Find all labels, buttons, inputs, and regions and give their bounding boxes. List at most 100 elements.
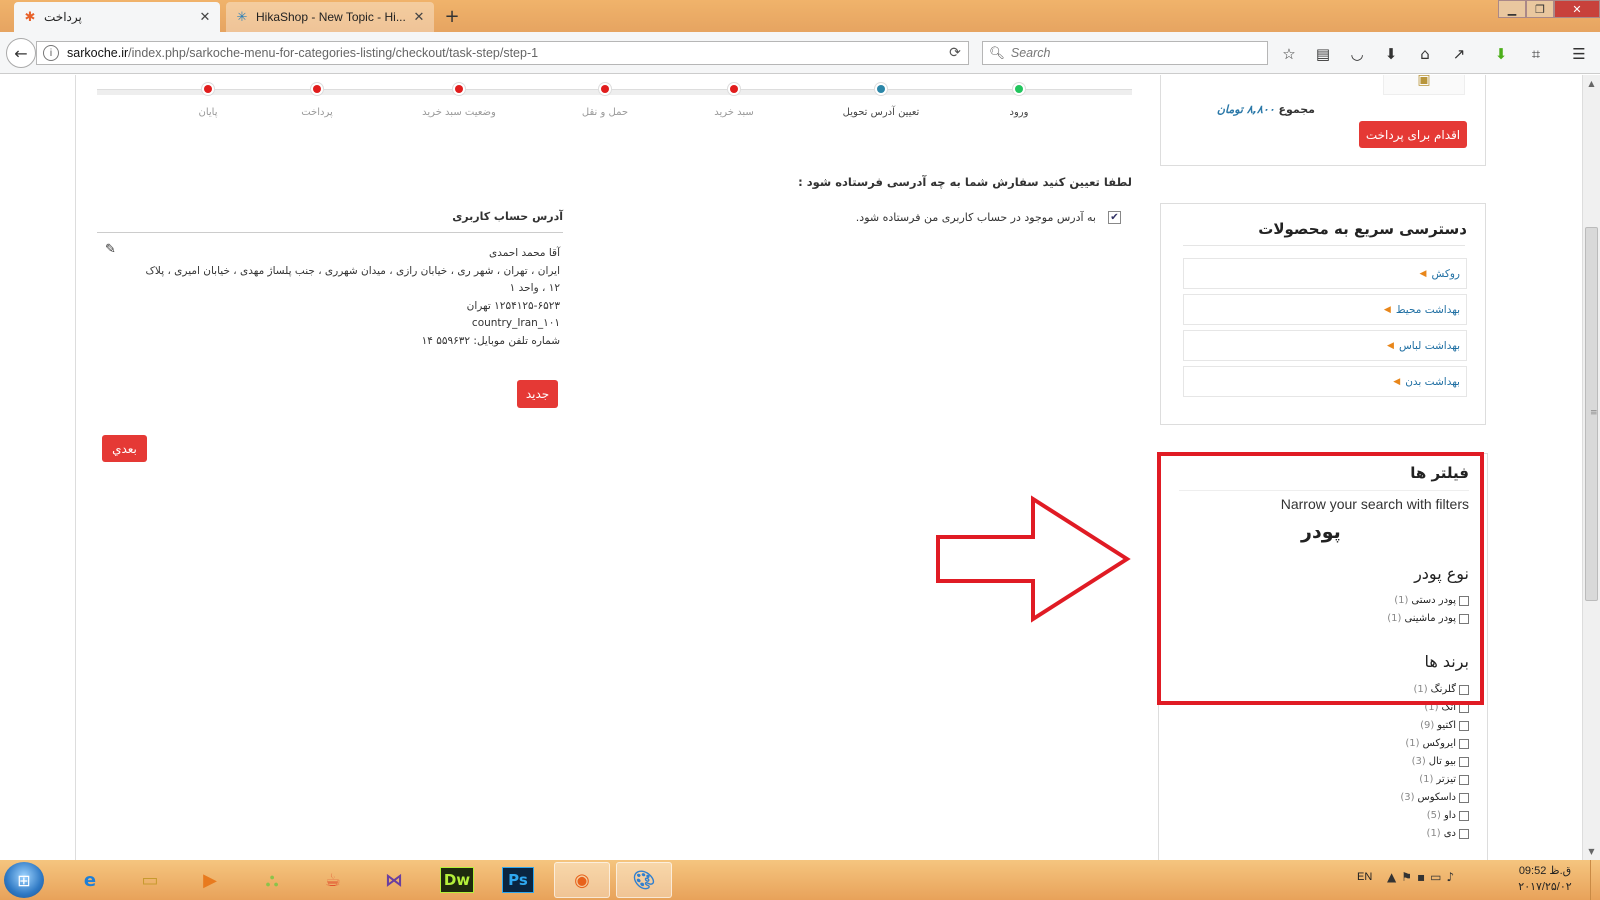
address-phone: شماره تلفن موبایل: ۵۵۹۶۳۲ ۱۴	[421, 334, 560, 347]
minimize-button[interactable]: ▁	[1498, 0, 1526, 18]
windows-taskbar: ⊞ e ▭ ▶ ⛬ ☕ ⋈ Dw Ps ◉ 🎨︎ EN ▲⚑▪▭♪ 09:52 …	[0, 860, 1600, 900]
address-street: ایران ، تهران ، شهر ری ، خیابان رازی ، م…	[145, 264, 560, 277]
tray-arrow-icon[interactable]: ▲	[1387, 870, 1401, 884]
paint-icon[interactable]: 🎨︎	[616, 862, 672, 898]
close-window-button[interactable]: ✕	[1554, 0, 1600, 18]
tab-label: پرداخت	[44, 10, 82, 24]
step-dot-shipping	[598, 82, 612, 96]
option-count: (3)	[1411, 756, 1426, 767]
option-count: (3)	[1400, 792, 1415, 803]
media-player-icon[interactable]: ▶	[182, 862, 238, 898]
pocket-icon[interactable]: ◡	[1346, 43, 1368, 65]
maximize-button[interactable]: ❐	[1526, 0, 1554, 18]
language-indicator[interactable]: EN	[1357, 871, 1372, 883]
firefox-icon[interactable]: ◉	[554, 862, 610, 898]
close-tab-icon[interactable]: ✕	[198, 9, 212, 25]
option-checkbox[interactable]	[1459, 774, 1469, 785]
caret-left-icon: ◀	[1419, 268, 1427, 279]
quick-access-item[interactable]: ◀ روکش	[1183, 258, 1467, 289]
step-marker	[730, 85, 738, 93]
start-button[interactable]: ⊞	[4, 862, 44, 898]
same-address-checkbox[interactable]: ✔	[1108, 211, 1121, 224]
scroll-up-arrow-icon[interactable]: ▲	[1583, 75, 1600, 92]
explorer-icon[interactable]: ▭	[122, 862, 178, 898]
checkout-progress-track	[97, 89, 1132, 95]
tab-hikashop[interactable]: ✳ HikaShop - New Topic - Hi... ✕	[226, 2, 434, 32]
step-label-payment: پرداخت	[301, 107, 333, 118]
share-icon[interactable]: ↗	[1448, 43, 1470, 65]
browser-nav-bar: ← i sarkoche.ir/index.php/sarkoche-menu-…	[0, 32, 1600, 74]
close-tab-icon[interactable]: ✕	[412, 9, 426, 25]
option-count: (1)	[1426, 828, 1441, 839]
option-checkbox[interactable]	[1459, 810, 1469, 821]
ie-icon[interactable]: e	[62, 862, 118, 898]
option-checkbox[interactable]	[1459, 720, 1469, 731]
java-icon[interactable]: ☕	[305, 862, 361, 898]
quick-access-label: بهداشت بدن	[1405, 375, 1460, 388]
filter-option[interactable]: (5) داو	[1427, 810, 1469, 821]
caret-left-icon: ◀	[1387, 340, 1394, 351]
product-thumbnail[interactable]: ▣	[1383, 75, 1465, 95]
proceed-to-payment-button[interactable]: اقدام برای پرداخت	[1359, 121, 1467, 148]
account-address-heading: آدرس حساب کاربری	[452, 210, 563, 223]
caret-left-icon: ◀	[1393, 376, 1401, 387]
visual-studio-icon[interactable]: ⋈	[366, 862, 422, 898]
show-desktop-button[interactable]	[1590, 860, 1600, 900]
quick-access-item[interactable]: ◀ بهداشت لباس	[1183, 330, 1467, 361]
back-button[interactable]: ←	[6, 38, 36, 68]
photoshop-icon[interactable]: Ps	[490, 862, 546, 898]
quick-access-item[interactable]: ◀ بهداشت محیط	[1183, 294, 1467, 325]
filter-option[interactable]: (3) بیو تال	[1412, 756, 1469, 767]
dreamweaver-icon[interactable]: Dw	[429, 862, 485, 898]
new-address-button[interactable]: جدید	[517, 380, 558, 408]
android-icon[interactable]: ⛬	[244, 862, 300, 898]
volume-icon[interactable]: ♪	[1446, 870, 1459, 884]
clock-time: 09:52 ق.ظ	[1518, 865, 1572, 877]
network-icon[interactable]: ⚑	[1401, 870, 1417, 884]
filter-option[interactable]: (1) ایروکس	[1405, 738, 1469, 749]
page-scrollbar[interactable]: ▲ ≡ ▼	[1582, 75, 1600, 860]
next-button[interactable]: بعدي	[102, 435, 147, 462]
option-checkbox[interactable]	[1459, 756, 1469, 767]
filter-option[interactable]: (1) دی	[1427, 828, 1469, 839]
new-tab-button[interactable]: +	[442, 6, 462, 27]
option-count: (1)	[1419, 774, 1434, 785]
quick-access-item[interactable]: ◀ بهداشت بدن	[1183, 366, 1467, 397]
option-label: دی	[1443, 828, 1456, 839]
green-download-icon[interactable]: ⬇	[1490, 43, 1512, 65]
step-marker	[313, 85, 321, 93]
url-bar[interactable]: i sarkoche.ir/index.php/sarkoche-menu-fo…	[36, 41, 969, 65]
clock[interactable]: 09:52 ق.ظ ۲۰۱۷/۲۵/۰۲	[1510, 863, 1580, 895]
home-icon[interactable]: ⌂	[1414, 43, 1436, 65]
monitor-icon[interactable]: ▭	[1430, 870, 1446, 884]
tab-checkout[interactable]: ✱ پرداخت ✕	[14, 2, 220, 32]
window-controls: ▁ ❐ ✕	[1498, 0, 1600, 18]
download-icon[interactable]: ⬇	[1380, 43, 1402, 65]
scrollbar-thumb[interactable]: ≡	[1585, 227, 1598, 601]
same-address-label: به آدرس موجود در حساب کاربری من فرستاده …	[855, 211, 1096, 224]
grip-icon: ≡	[1590, 408, 1598, 418]
scroll-down-arrow-icon[interactable]: ▼	[1583, 843, 1600, 860]
option-label: بیو تال	[1428, 756, 1456, 767]
option-checkbox[interactable]	[1459, 792, 1469, 803]
url-host: sarkoche.ir	[67, 46, 129, 60]
option-checkbox[interactable]	[1459, 828, 1469, 839]
filter-option[interactable]: (9) اکتیو	[1420, 720, 1469, 731]
edit-pencil-icon[interactable]: ✎	[105, 242, 116, 257]
flag-icon[interactable]: ▪	[1417, 870, 1430, 884]
reader-list-icon[interactable]: ▤	[1312, 43, 1334, 65]
info-icon[interactable]: i	[43, 45, 59, 61]
menu-icon[interactable]: ☰	[1568, 43, 1590, 65]
search-input[interactable]: 🔍︎ Search	[982, 41, 1268, 65]
quick-access-title: دسترسی سریع به محصولات	[1258, 220, 1467, 238]
crop-icon[interactable]: ⌗	[1525, 43, 1547, 65]
step-marker	[204, 85, 212, 93]
option-label: ایروکس	[1422, 738, 1456, 749]
filter-option[interactable]: (1) تیزتر	[1419, 774, 1469, 785]
bookmark-star-icon[interactable]: ☆	[1278, 43, 1300, 65]
url-path: /index.php/sarkoche-menu-for-categories-…	[128, 46, 539, 60]
option-checkbox[interactable]	[1459, 738, 1469, 749]
filter-option[interactable]: (3) داسکوس	[1400, 792, 1469, 803]
reload-icon[interactable]: ⟳	[946, 44, 964, 62]
address-name: آقا محمد احمدی	[488, 247, 560, 259]
